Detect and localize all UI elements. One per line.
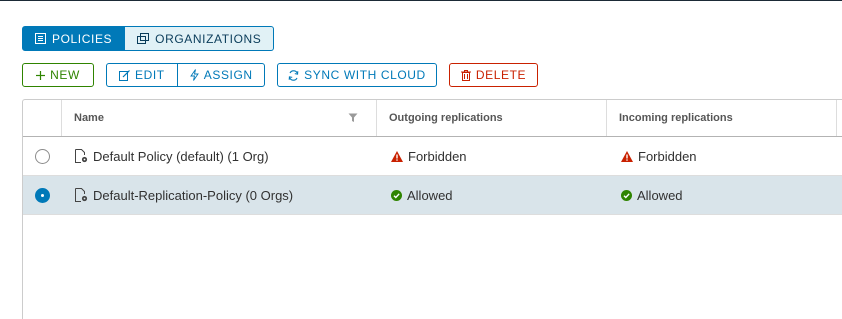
incoming-cell: Allowed bbox=[607, 176, 837, 214]
sync-icon bbox=[288, 69, 299, 81]
new-button-label: NEW bbox=[50, 68, 80, 82]
column-header-name[interactable]: Name bbox=[62, 100, 377, 136]
row-radio[interactable] bbox=[35, 148, 50, 164]
policy-settings-icon bbox=[74, 149, 88, 163]
row-select-cell bbox=[23, 176, 62, 214]
pencil-icon bbox=[119, 69, 130, 81]
assign-button[interactable]: ASSIGN bbox=[176, 64, 265, 86]
outgoing-status: Allowed bbox=[407, 187, 453, 203]
organization-icon bbox=[137, 33, 150, 44]
edit-button[interactable]: EDIT bbox=[107, 64, 177, 86]
outgoing-cell: Allowed bbox=[377, 176, 607, 214]
delete-button-label: DELETE bbox=[475, 68, 527, 82]
row-radio[interactable] bbox=[35, 187, 50, 203]
tab-organizations-label: ORGANIZATIONS bbox=[155, 31, 262, 46]
column-header-incoming-label: Incoming replications bbox=[619, 112, 733, 124]
outgoing-cell: Forbidden bbox=[377, 137, 607, 175]
error-triangle-icon bbox=[621, 150, 633, 162]
error-triangle-icon bbox=[391, 150, 403, 162]
delete-button[interactable]: DELETE bbox=[449, 63, 538, 87]
column-header-outgoing[interactable]: Outgoing replications bbox=[377, 100, 607, 136]
policies-grid: Name Outgoing replications Incoming repl… bbox=[22, 99, 842, 319]
sync-button-label: SYNC WITH CLOUD bbox=[304, 68, 426, 82]
sync-with-cloud-button[interactable]: SYNC WITH CLOUD bbox=[277, 63, 437, 87]
incoming-cell: Forbidden bbox=[607, 137, 837, 175]
edit-assign-group: EDIT ASSIGN bbox=[106, 63, 265, 87]
name-cell: Default Policy (default) (1 Org) bbox=[62, 137, 377, 175]
new-button[interactable]: NEW bbox=[22, 63, 94, 87]
name-cell: Default-Replication-Policy (0 Orgs) bbox=[62, 176, 377, 214]
grid-header: Name Outgoing replications Incoming repl… bbox=[23, 100, 842, 137]
outgoing-status: Forbidden bbox=[408, 148, 467, 164]
edit-button-label: EDIT bbox=[135, 68, 165, 82]
incoming-status: Allowed bbox=[637, 187, 683, 203]
table-row[interactable]: Default Policy (default) (1 Org) Forbidd… bbox=[23, 137, 842, 176]
success-check-icon bbox=[621, 189, 632, 201]
incoming-status: Forbidden bbox=[638, 148, 697, 164]
select-column-header bbox=[23, 100, 62, 136]
table-row[interactable]: Default-Replication-Policy (0 Orgs) Allo… bbox=[23, 176, 842, 215]
policy-settings-icon bbox=[74, 188, 88, 202]
assign-button-label: ASSIGN bbox=[203, 68, 253, 82]
lightning-icon bbox=[189, 69, 199, 81]
plus-icon bbox=[36, 70, 46, 80]
tab-policies[interactable]: POLICIES bbox=[22, 26, 126, 51]
success-check-icon bbox=[391, 189, 402, 201]
policy-name: Default Policy (default) (1 Org) bbox=[93, 148, 269, 164]
column-header-outgoing-label: Outgoing replications bbox=[389, 112, 503, 124]
tab-policies-label: POLICIES bbox=[52, 31, 113, 46]
filter-icon[interactable] bbox=[348, 113, 358, 123]
column-header-incoming[interactable]: Incoming replications bbox=[607, 100, 837, 136]
grid-icon bbox=[35, 33, 46, 44]
trash-icon bbox=[460, 69, 471, 81]
row-select-cell bbox=[23, 137, 62, 175]
tab-organizations[interactable]: ORGANIZATIONS bbox=[125, 26, 275, 51]
column-header-name-label: Name bbox=[74, 112, 104, 124]
policy-name: Default-Replication-Policy (0 Orgs) bbox=[93, 187, 294, 203]
view-toggle: POLICIES ORGANIZATIONS bbox=[22, 26, 275, 51]
